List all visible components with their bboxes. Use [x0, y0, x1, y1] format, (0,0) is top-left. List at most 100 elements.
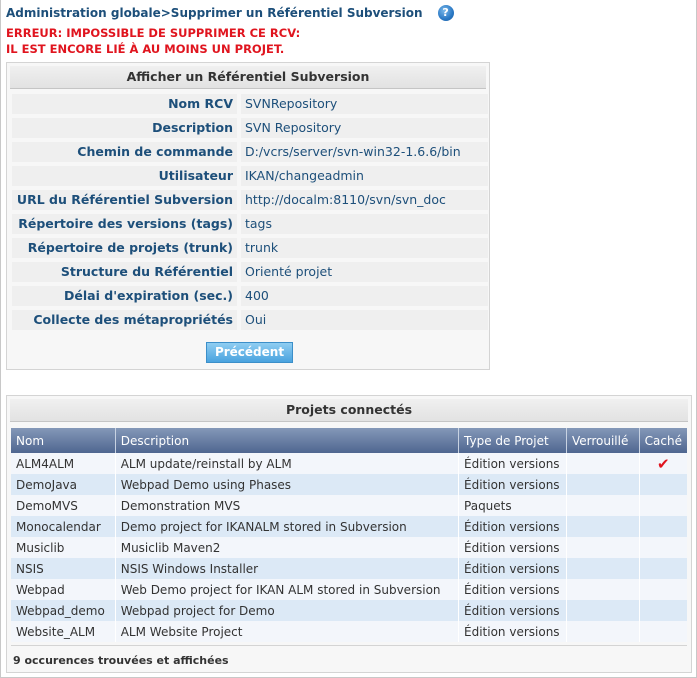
cell-name[interactable]: DemoMVS: [11, 495, 116, 516]
field-value: SVN Repository: [241, 118, 488, 138]
cell-locked: [566, 579, 640, 600]
column-header-description[interactable]: Description: [115, 428, 460, 453]
cell-hidden: [639, 495, 687, 516]
table-header-row: Nom Description Type de Projet Verrouill…: [11, 428, 687, 453]
breadcrumb[interactable]: Administration globale>Supprimer un Réfé…: [6, 6, 423, 20]
column-header-nom[interactable]: Nom: [11, 428, 116, 453]
field-label: URL du Référentiel Subversion: [12, 190, 237, 210]
field-label: Délai d'expiration (sec.): [12, 286, 237, 306]
cell-description: NSIS Windows Installer: [115, 558, 460, 579]
table-row[interactable]: Webpad_demo Webpad project for Demo Éditio…: [11, 600, 687, 621]
cell-type: Édition versions: [458, 453, 567, 474]
cell-description: ALM update/reinstall by ALM: [115, 453, 460, 474]
cell-type: Édition versions: [458, 579, 567, 600]
field-label: Description: [12, 118, 237, 138]
cell-locked: [566, 516, 640, 537]
field-value: SVNRepository: [241, 94, 488, 114]
field-row-user: Utilisateur IKAN/changeadmin: [12, 166, 488, 186]
connected-projects-panel: Projets connectés Nom Description Type d…: [6, 395, 692, 673]
cell-type: Édition versions: [458, 558, 567, 579]
field-value: Orienté projet: [241, 262, 488, 282]
field-row-command-path: Chemin de commande D:/vcrs/server/svn-wi…: [12, 142, 488, 162]
table-row[interactable]: DemoJava Webpad Demo using Phases Édition …: [11, 474, 687, 495]
cell-name[interactable]: Webpad: [11, 579, 116, 600]
field-row-metaproperties: Collecte des métapropriétés Oui: [12, 310, 488, 330]
cell-name[interactable]: NSIS: [11, 558, 116, 579]
field-value: http://docalm:8110/svn/svn_doc: [241, 190, 488, 210]
cell-name[interactable]: Webpad_demo: [11, 600, 116, 621]
cell-hidden: [639, 600, 687, 621]
field-label: Répertoire de projets (trunk): [12, 238, 237, 258]
cell-description: Webpad Demo using Phases: [115, 474, 460, 495]
cell-type: Édition versions: [458, 516, 567, 537]
cell-locked: [566, 537, 640, 558]
field-value: Oui: [241, 310, 488, 330]
cell-description: Demonstration MVS: [115, 495, 460, 516]
cell-hidden: [639, 537, 687, 558]
cell-description: ALM Website Project: [115, 621, 460, 642]
previous-button[interactable]: Précédent: [206, 342, 293, 363]
field-label: Collecte des métapropriétés: [12, 310, 237, 330]
cell-name[interactable]: ALM4ALM: [11, 453, 116, 474]
cell-type: Édition versions: [458, 474, 567, 495]
cell-locked: [566, 495, 640, 516]
cell-description: Webpad project for Demo: [115, 600, 460, 621]
field-label: Chemin de commande: [12, 142, 237, 162]
header-bar: Administration globale>Supprimer un Réfé…: [6, 4, 454, 22]
column-header-type[interactable]: Type de Projet: [458, 428, 567, 453]
panel-title: Afficher un Référentiel Subversion: [10, 66, 486, 89]
field-row-description: Description SVN Repository: [12, 118, 488, 138]
field-label: Structure du Référentiel: [12, 262, 237, 282]
cell-description: Web Demo project for IKAN ALM stored in …: [115, 579, 460, 600]
cell-description: Musiclib Maven2: [115, 537, 460, 558]
cell-type: Édition versions: [458, 537, 567, 558]
field-value: 400: [241, 286, 488, 306]
cell-hidden: [639, 516, 687, 537]
cell-hidden: ✔: [639, 453, 687, 474]
details-list: Nom RCV SVNRepository Description SVN Re…: [12, 94, 488, 334]
error-message-line1: ERREUR: IMPOSSIBLE DE SUPPRIMER CE RCV:: [6, 26, 301, 40]
column-header-locked[interactable]: Verrouillé: [566, 428, 640, 453]
table-row[interactable]: Webpad Web Demo project for IKAN ALM stor…: [11, 579, 687, 600]
field-value: D:/vcrs/server/svn-win32-1.6.6/bin: [241, 142, 488, 162]
cell-description: Demo project for IKANALM stored in Subve…: [115, 516, 460, 537]
cell-locked: [566, 600, 640, 621]
table-row[interactable]: NSIS NSIS Windows Installer Édition versio…: [11, 558, 687, 579]
table-row[interactable]: Website_ALM ALM Website Project Édition ve…: [11, 621, 687, 642]
cell-hidden: [639, 621, 687, 642]
cell-locked: [566, 474, 640, 495]
cell-hidden: [639, 558, 687, 579]
table-row[interactable]: Musiclib Musiclib Maven2 Édition versions: [11, 537, 687, 558]
cell-locked: [566, 558, 640, 579]
field-row-nom-rcv: Nom RCV SVNRepository: [12, 94, 488, 114]
cell-locked: [566, 621, 640, 642]
field-value: tags: [241, 214, 488, 234]
cell-type: Paquets: [458, 495, 567, 516]
column-header-hidden[interactable]: Caché: [639, 428, 687, 453]
field-value: trunk: [241, 238, 488, 258]
error-message-line2: IL EST ENCORE LIÉ À AU MOINS UN PROJET.: [6, 42, 285, 56]
cell-locked: [566, 453, 640, 474]
field-row-tags-dir: Répertoire des versions (tags) tags: [12, 214, 488, 234]
help-icon[interactable]: ?: [437, 5, 454, 21]
field-row-trunk-dir: Répertoire de projets (trunk) trunk: [12, 238, 488, 258]
field-row-timeout: Délai d'expiration (sec.) 400: [12, 286, 488, 306]
panel-title: Projets connectés: [10, 399, 688, 422]
result-count: 9 occurences trouvées et affichées: [13, 654, 229, 667]
cell-name[interactable]: Website_ALM: [11, 621, 116, 642]
field-row-url: URL du Référentiel Subversion http://doc…: [12, 190, 488, 210]
cell-type: Édition versions: [458, 600, 567, 621]
projects-table: Nom Description Type de Projet Verrouill…: [11, 428, 687, 642]
checkmark-icon: ✔: [657, 454, 670, 473]
repository-details-panel: Afficher un Référentiel Subversion Nom R…: [6, 62, 490, 370]
cell-name[interactable]: Musiclib: [11, 537, 116, 558]
field-label: Utilisateur: [12, 166, 237, 186]
table-row[interactable]: DemoMVS Demonstration MVS Paquets: [11, 495, 687, 516]
cell-name[interactable]: Monocalendar: [11, 516, 116, 537]
field-row-structure: Structure du Référentiel Orienté projet: [12, 262, 488, 282]
table-row[interactable]: Monocalendar Demo project for IKANALM sto…: [11, 516, 687, 537]
cell-name[interactable]: DemoJava: [11, 474, 116, 495]
cell-hidden: [639, 474, 687, 495]
field-value: IKAN/changeadmin: [241, 166, 488, 186]
table-row[interactable]: ALM4ALM ALM update/reinstall by ALM Éditio…: [11, 453, 687, 474]
